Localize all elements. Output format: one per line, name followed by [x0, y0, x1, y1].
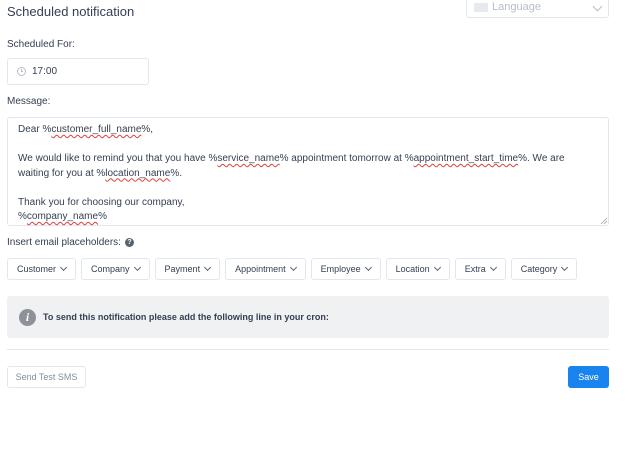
- time-picker-input[interactable]: 17:00: [7, 58, 149, 85]
- chevron-down-icon: [289, 263, 297, 272]
- clock-icon: [17, 67, 26, 76]
- flag-icon: [474, 2, 488, 12]
- message-line-3: Thank you for choosing our company,: [18, 196, 185, 208]
- send-test-sms-button[interactable]: Send Test SMS: [7, 366, 86, 388]
- message-line-1: Dear %customer_full_name%,: [18, 124, 154, 135]
- message-label: Message:: [7, 96, 51, 107]
- question-icon[interactable]: ?: [124, 238, 134, 247]
- chevron-down-icon: [364, 263, 372, 272]
- language-select-placeholder: Language: [492, 1, 541, 13]
- message-line-2: We would like to remind you that you hav…: [18, 153, 568, 179]
- divider: [7, 349, 609, 350]
- message-line-4: %company_name%: [18, 211, 107, 222]
- chevron-down-icon: [489, 263, 497, 272]
- scheduled-for-label: Scheduled For:: [7, 39, 75, 50]
- page-title: Scheduled notification: [7, 4, 135, 19]
- chevron-down-icon: [433, 263, 441, 272]
- cron-info-alert: i To send this notification please add t…: [7, 296, 609, 338]
- time-value: 17:00: [32, 66, 58, 77]
- language-select[interactable]: Language: [466, 0, 609, 18]
- chevron-down-icon: [59, 263, 68, 272]
- chevron-down-icon: [133, 263, 141, 272]
- placeholder-dropdown-category[interactable]: Category: [510, 258, 578, 280]
- placeholder-dropdown-employee[interactable]: Employee: [310, 258, 381, 280]
- chevron-down-icon: [592, 1, 603, 12]
- placeholder-dropdown-customer[interactable]: Customer: [7, 258, 77, 280]
- info-icon: i: [19, 308, 36, 326]
- placeholder-dropdown-extra[interactable]: Extra: [454, 258, 506, 280]
- chevron-down-icon: [204, 263, 212, 272]
- placeholder-dropdown-location[interactable]: Location: [385, 258, 450, 280]
- save-button[interactable]: Save: [568, 366, 609, 388]
- placeholder-dropdown-company[interactable]: Company: [81, 258, 150, 280]
- cron-info-text: To send this notification please add the…: [43, 312, 329, 322]
- placeholder-buttons: Customer Company Payment Appointment Emp…: [7, 258, 578, 280]
- resize-handle-icon[interactable]: [600, 217, 607, 224]
- placeholders-label: Insert email placeholders: ?: [7, 237, 134, 248]
- message-textarea[interactable]: Dear %customer_full_name%, We would like…: [7, 117, 609, 226]
- chevron-down-icon: [561, 263, 569, 272]
- placeholder-dropdown-payment[interactable]: Payment: [154, 258, 221, 280]
- placeholder-dropdown-appointment[interactable]: Appointment: [225, 258, 306, 280]
